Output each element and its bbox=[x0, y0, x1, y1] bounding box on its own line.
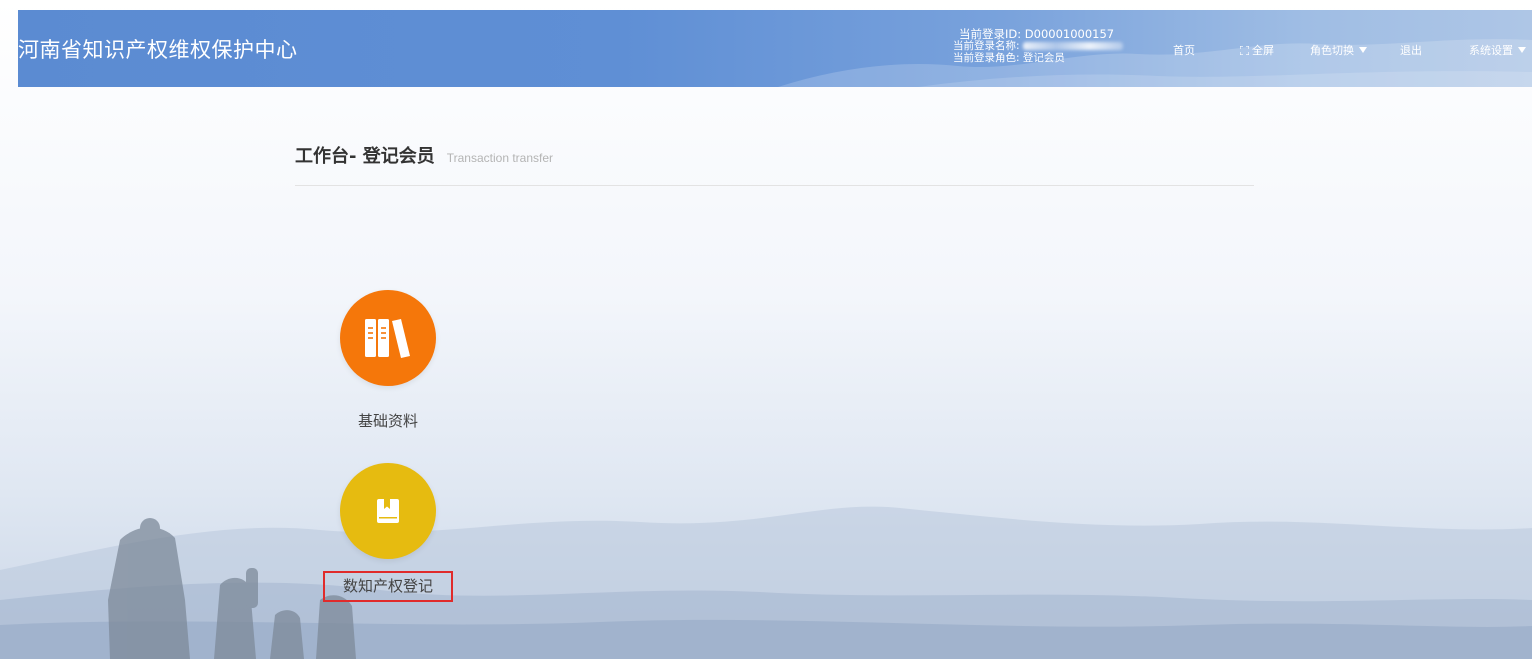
top-header-bar: 河南省知识产权维权保护中心 当前登录ID: D00001000157 当前登录名… bbox=[18, 10, 1532, 87]
nav-home-label: 首页 bbox=[1173, 44, 1195, 57]
user-id-row: 当前登录ID: D00001000157 bbox=[953, 28, 1123, 40]
tile-basic-data-label[interactable]: 基础资料 bbox=[358, 410, 418, 431]
user-name-row: 当前登录名称: bbox=[953, 40, 1123, 52]
page-subtitle: Transaction transfer bbox=[446, 151, 554, 165]
tile-digital-ip-registration[interactable]: 数知产权登记 bbox=[318, 463, 458, 602]
user-role-row: 当前登录角色: 登记会员 bbox=[953, 52, 1123, 64]
current-user-info: 当前登录ID: D00001000157 当前登录名称: 当前登录角色: 登记会… bbox=[953, 28, 1123, 64]
nav-system-settings-label: 系统设置 bbox=[1469, 44, 1513, 57]
nav-fullscreen-button[interactable]: 全屏 bbox=[1240, 42, 1274, 58]
background-landscape-image bbox=[0, 506, 1532, 659]
nav-role-switch-dropdown[interactable]: 角色切换 bbox=[1310, 42, 1367, 58]
nav-fullscreen-label: 全屏 bbox=[1252, 44, 1274, 57]
user-name-redacted bbox=[1022, 42, 1123, 50]
user-role-value: 登记会员 bbox=[1022, 52, 1065, 64]
tile-digital-ip-registration-label[interactable]: 数知产权登记 bbox=[322, 571, 453, 602]
nav-logout-link[interactable]: 退出 bbox=[1400, 42, 1422, 58]
heading-divider bbox=[295, 185, 1254, 186]
tile-basic-data[interactable]: 基础资料 bbox=[318, 290, 458, 431]
user-id-value: D00001000157 bbox=[1024, 27, 1115, 41]
user-id-label: 当前登录ID: bbox=[959, 27, 1022, 41]
nav-logout-label: 退出 bbox=[1400, 44, 1422, 57]
nav-home-link[interactable]: 首页 bbox=[1173, 42, 1195, 58]
caret-down-icon bbox=[1518, 47, 1526, 53]
user-role-label: 当前登录角色: bbox=[953, 52, 1020, 64]
nav-system-settings-dropdown[interactable]: 系统设置 bbox=[1469, 42, 1526, 58]
page-root: 河南省知识产权维权保护中心 当前登录ID: D00001000157 当前登录名… bbox=[0, 0, 1532, 659]
user-name-label: 当前登录名称: bbox=[953, 40, 1020, 52]
fullscreen-icon bbox=[1240, 46, 1249, 55]
bookmark-book-icon bbox=[377, 499, 399, 523]
books-icon bbox=[365, 319, 410, 358]
page-heading: 工作台- 登记会员 Transaction transfer bbox=[295, 142, 553, 168]
app-title: 河南省知识产权维权保护中心 bbox=[18, 38, 298, 62]
nav-role-switch-label: 角色切换 bbox=[1310, 44, 1354, 57]
tile-basic-data-circle[interactable] bbox=[340, 290, 436, 386]
page-title: 工作台- 登记会员 bbox=[295, 146, 435, 167]
tile-digital-ip-registration-circle[interactable] bbox=[340, 463, 436, 559]
caret-down-icon bbox=[1359, 47, 1367, 53]
